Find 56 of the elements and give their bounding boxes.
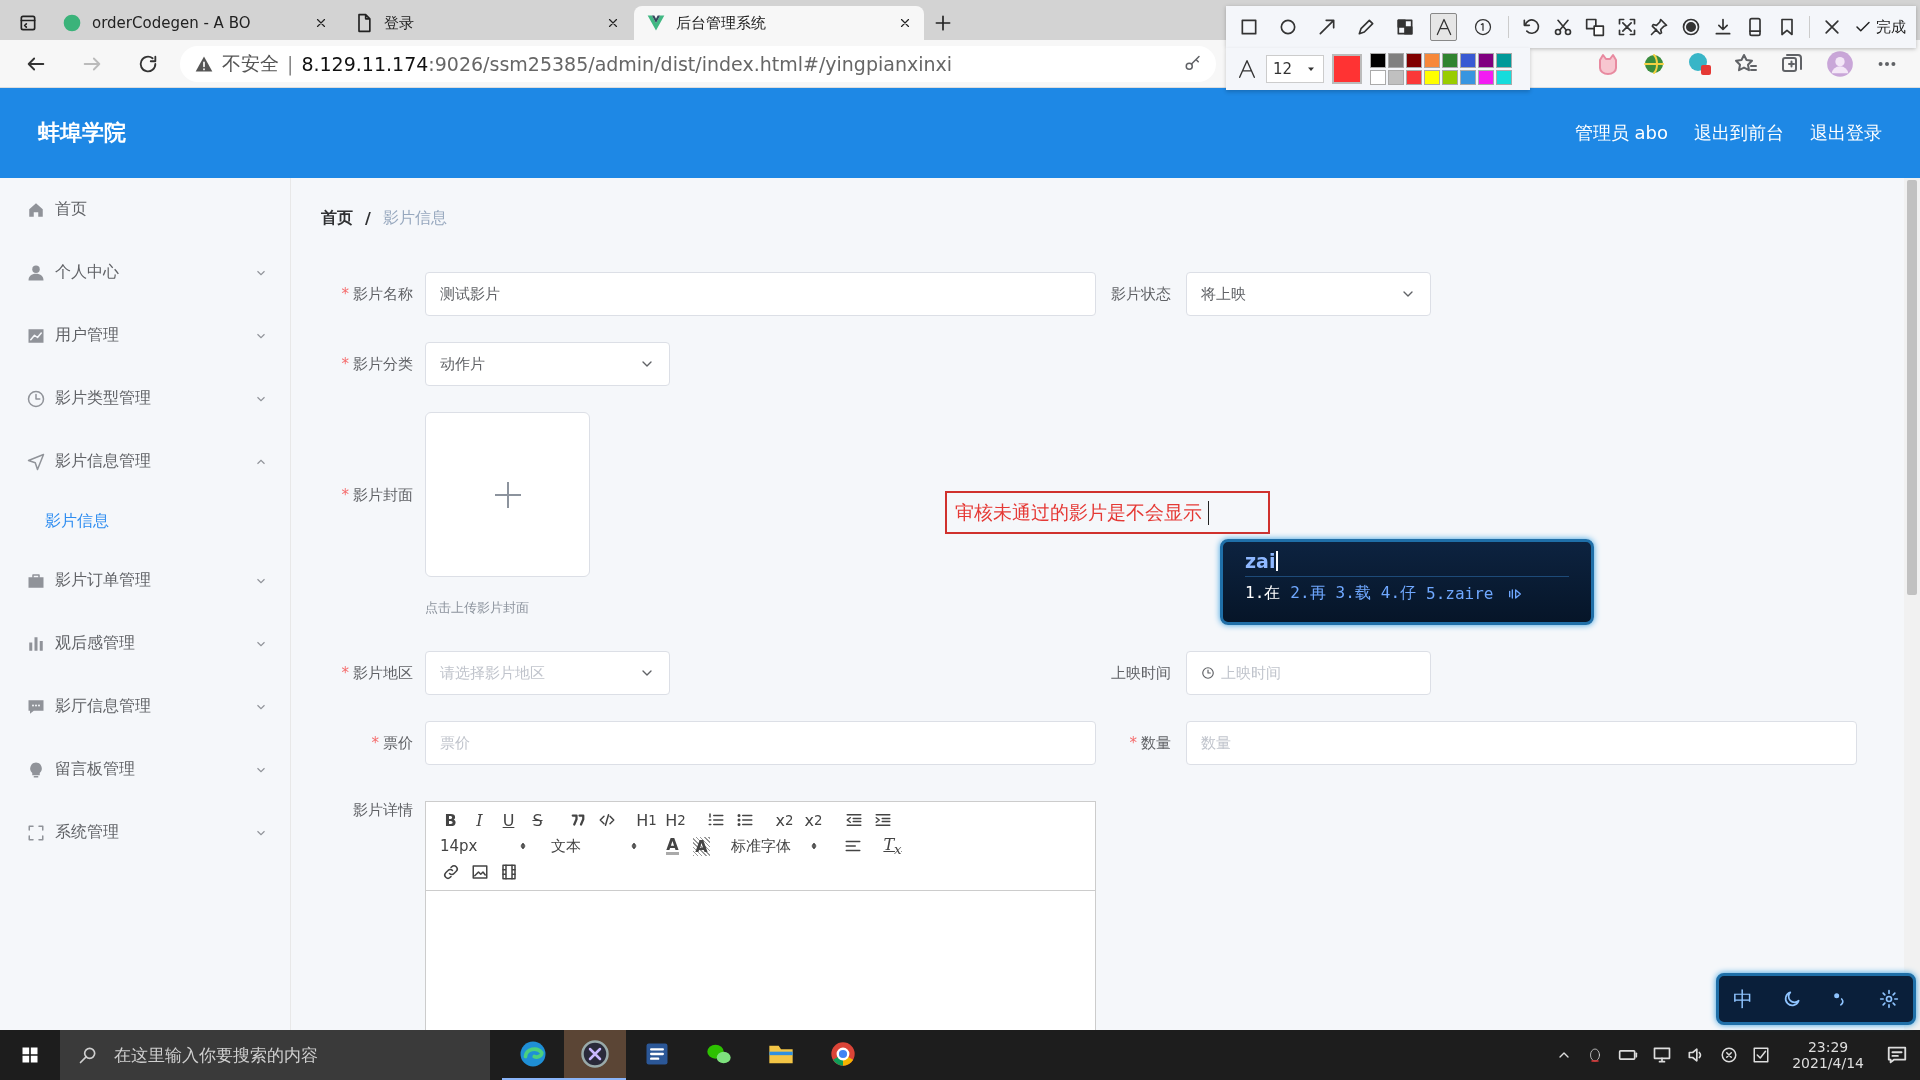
field-label: 影片状态 (1110, 284, 1172, 304)
sidebar-item[interactable]: 影片信息管理 (0, 430, 290, 493)
bold-button[interactable]: B (436, 808, 465, 832)
field-label: 上映时间 (1110, 663, 1172, 683)
highlight-button[interactable]: A (687, 834, 716, 858)
dropdown[interactable]: 标准字体 (727, 834, 827, 858)
browser-tab[interactable]: 后台管理系统 (634, 6, 924, 40)
done-button[interactable]: 完成 (1854, 17, 1907, 37)
font-size-dropdown[interactable]: 12 (1266, 55, 1324, 83)
ime-candidate[interactable]: 2.再 (1290, 583, 1326, 604)
field-label: * 影片分类 (340, 354, 414, 374)
field-label: * 影片封面 (340, 486, 414, 505)
dropdown[interactable]: 14px (436, 834, 536, 858)
breadcrumb-item: 影片信息 (382, 207, 447, 229)
sidebar-item[interactable]: 用户管理 (0, 304, 290, 367)
italic-button[interactable]: I (465, 808, 494, 832)
breadcrumb-separator: / (365, 208, 371, 228)
field-label: * 票价 (370, 733, 414, 753)
address-field[interactable]: 不安全 | 8.129.11.174:9026/ssm25385/admin/dist/index.html#/yingpianxinxi (180, 45, 1216, 82)
select-field[interactable]: 将上映 (1186, 272, 1431, 316)
annotation-text-box[interactable]: 审核未通过的影片是不会显示 (945, 491, 1270, 534)
taskbar-search-field[interactable]: 在这里输入你要搜索的内容 (60, 1030, 490, 1080)
text-field[interactable]: 测试影片 (425, 272, 1096, 316)
select-field[interactable]: 动作片 (425, 342, 670, 386)
breadcrumb-item[interactable]: 首页 (321, 207, 353, 229)
browser-tab[interactable]: 登录 (342, 6, 632, 40)
header-link[interactable]: 退出到前台 (1694, 121, 1784, 145)
sidebar-item[interactable]: 影片类型管理 (0, 367, 290, 430)
sidebar-item[interactable]: 首页 (0, 178, 290, 241)
font-color-button[interactable]: A (658, 834, 687, 858)
ime-candidate[interactable]: 1.在 (1245, 583, 1281, 604)
field-label: 影片详情 (352, 801, 414, 820)
underline-button[interactable]: U (494, 808, 523, 832)
ime-candidate[interactable]: 5.zaire (1426, 584, 1494, 603)
browser-tab[interactable]: orderCodegen - A BO (50, 6, 340, 40)
clear-format-button[interactable]: T$_{x}$ (878, 834, 907, 858)
sidebar-item[interactable]: 影厅信息管理 (0, 675, 290, 738)
sidebar-item[interactable]: 观后感管理 (0, 612, 290, 675)
sidebar-item[interactable]: 个人中心 (0, 241, 290, 304)
ime-mode[interactable]: 中 (1733, 985, 1754, 1013)
ime-candidate[interactable]: 3.载 (1335, 583, 1371, 604)
dropdown[interactable]: 文本 (547, 834, 647, 858)
upload-hint: 点击上传影片封面 (425, 599, 530, 617)
strikethrough-button[interactable]: S (523, 808, 552, 832)
sidebar-item[interactable]: 影片订单管理 (0, 549, 290, 612)
header-link[interactable]: 退出登录 (1810, 121, 1882, 145)
ime-candidate[interactable]: 4.仔 (1380, 583, 1417, 604)
sidebar-item[interactable]: 系统管理 (0, 801, 290, 864)
ime-input-text: zai (1245, 550, 1276, 572)
header-link[interactable]: 管理员 abo (1574, 121, 1668, 145)
taskbar-clock[interactable]: 23:29 2021/4/14 (1792, 1039, 1864, 1071)
sidebar-item[interactable]: 留言板管理 (0, 738, 290, 801)
site-title: 蚌埠学院 (38, 119, 126, 147)
field-label: * 数量 (1128, 733, 1172, 753)
field-label: * 影片地区 (340, 663, 414, 683)
field-label: * 影片名称 (340, 284, 414, 304)
